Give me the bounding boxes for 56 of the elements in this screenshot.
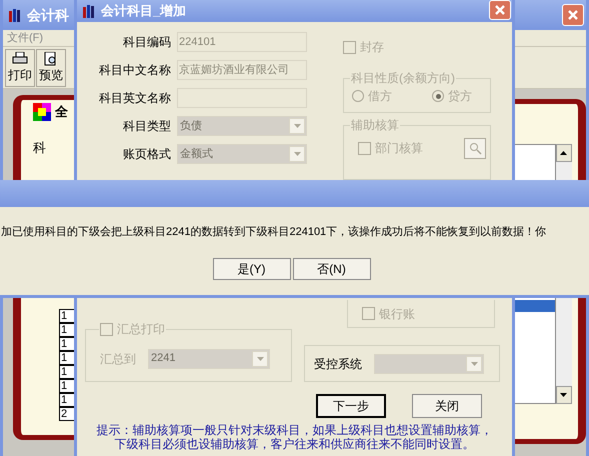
window-title: 会计科 [27,6,69,24]
group-title: 辅助核算 [350,118,400,132]
books-icon [81,3,97,19]
selected-row-highlight [515,300,555,312]
checkbox[interactable] [358,142,371,155]
checkbox-label: 汇总打印 [117,322,165,336]
group-title: 科目性质(余额方向) [350,71,456,85]
scroll-up-button[interactable] [556,144,572,162]
dropdown-field[interactable] [374,354,484,374]
radio-button[interactable] [352,90,364,102]
caret-icon [294,152,300,156]
close-icon [567,9,579,21]
field-label: 科目类型 [122,118,171,135]
dropdown-arrow-button[interactable] [252,350,268,366]
color-grid-icon [33,102,51,121]
toolbar-button[interactable]: 预览 [36,48,66,86]
dialog-button[interactable]: 下一步 [316,394,386,418]
field-label: 科目英文名称 [98,90,171,107]
close-button[interactable] [489,0,511,20]
subject-label: 科 [33,138,47,156]
scroll-down-button[interactable] [556,386,572,404]
dialog-button[interactable]: 关闭 [412,394,482,418]
dropdown-arrow-button[interactable] [466,356,482,372]
message-button[interactable]: 是(Y) [212,258,290,280]
checkbox-label: 封存 [360,39,384,56]
close-button[interactable] [562,4,584,26]
field-label: 科目编码 [122,34,171,51]
field-label: 账页格式 [122,146,171,163]
close-icon [494,4,506,16]
window-title: 会计科目_增加 [101,2,186,20]
radio-label: 贷方 [448,88,472,106]
search-icon [468,142,482,155]
field-label: 受控系统 [314,356,362,372]
checkbox-label: 部门核算 [375,140,424,158]
field-label: 汇总到 [100,350,136,368]
printer-icon [12,52,28,66]
checkbox[interactable] [100,322,113,336]
caret-icon [294,124,300,128]
radio-button[interactable] [432,90,444,102]
checkbox[interactable] [343,40,356,54]
hint-text: 提示：辅助核算项一般只针对末级科目，如果上级科目也想设置辅助核算， [96,423,492,437]
checkbox[interactable] [362,307,375,320]
down-arrow-icon [560,393,568,397]
caret-icon [470,362,478,366]
tab-label[interactable]: 全 [55,102,68,122]
search-button[interactable] [464,138,486,159]
message-text: 加已使用科目的下级会把上级科目2241的数据转到下级科目224101下，该操作成功后将不能恢复到以前数据！你 [0,224,548,240]
hint-text: 下级科目必须也设辅助核算，客户往来和供应商往来不能同时设置。 [114,437,474,451]
up-arrow-icon [560,151,568,155]
field-label: 科目中文名称 [98,62,171,79]
books-icon [7,7,23,23]
toolbar-button[interactable]: 打印 [5,48,35,86]
message-button[interactable]: 否(N) [292,258,370,280]
caret-icon [256,356,264,360]
checkbox-label: 银行账 [379,306,415,322]
radio-label: 借方 [368,88,392,106]
